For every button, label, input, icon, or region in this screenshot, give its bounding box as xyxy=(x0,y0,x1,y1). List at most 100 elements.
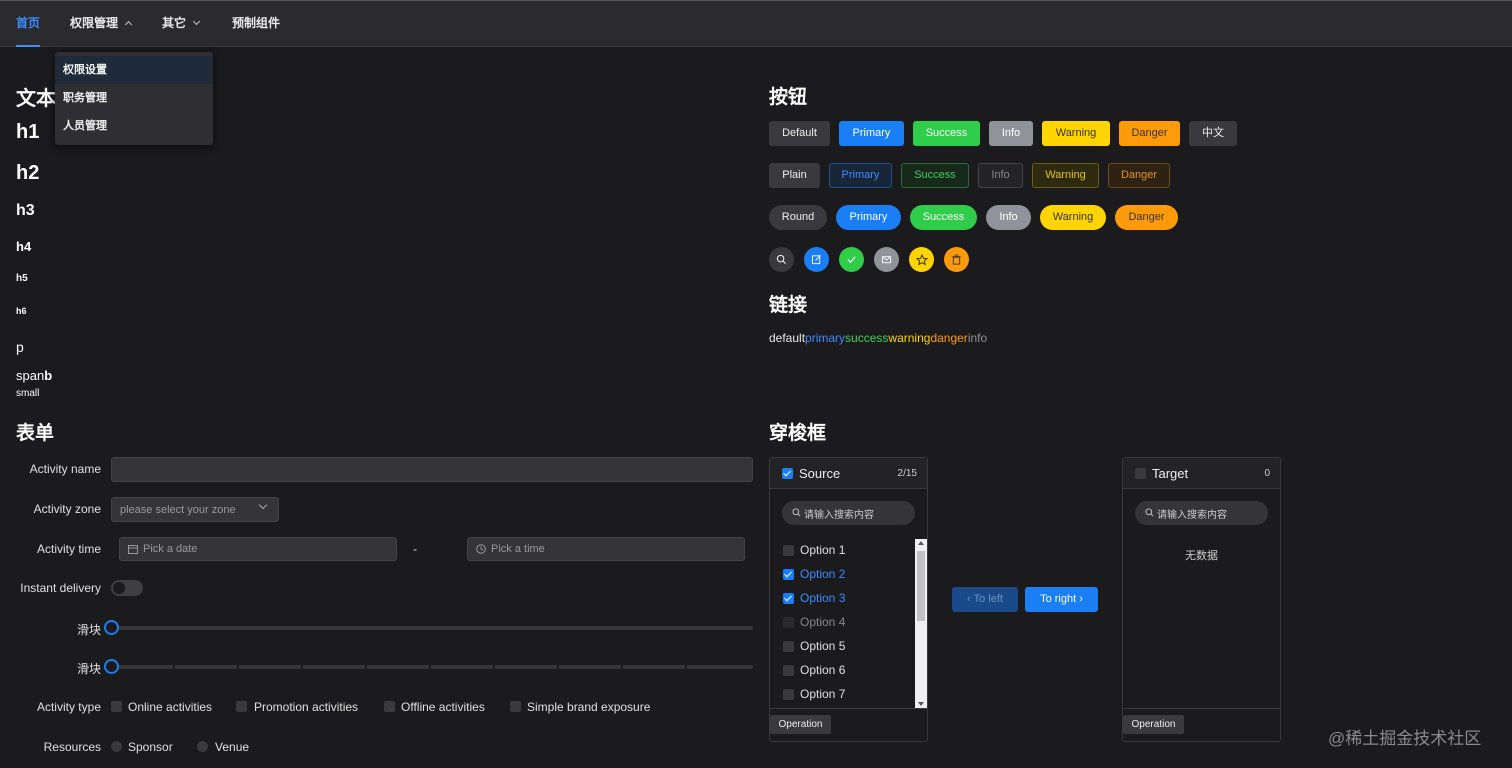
info-button[interactable]: Info xyxy=(989,121,1033,146)
slider-2-label: 滑块 xyxy=(76,662,101,676)
links-row: defaultprimarysuccesswarningdangerinfo xyxy=(769,331,987,345)
scroll-up-icon[interactable] xyxy=(918,541,924,545)
star-circle-button[interactable] xyxy=(909,247,934,272)
target-empty-text: 无数据 xyxy=(1185,550,1218,562)
target-operation-button[interactable]: Operation xyxy=(1123,715,1184,734)
scroll-down-icon[interactable] xyxy=(918,702,924,706)
source-operation-button[interactable]: Operation xyxy=(770,715,831,734)
heading-h2: h2 xyxy=(16,162,40,184)
delete-icon xyxy=(952,254,961,265)
nav-other[interactable]: 其它 xyxy=(162,1,201,47)
type-label-offline: Offline activities xyxy=(401,700,485,714)
round-primary-button[interactable]: Primary xyxy=(836,205,901,230)
activity-zone-select[interactable]: please select your zone xyxy=(111,497,279,522)
clock-icon xyxy=(476,544,486,554)
delete-circle-button[interactable] xyxy=(944,247,969,272)
danger-button[interactable]: Danger xyxy=(1119,121,1180,146)
activity-name-label: Activity name xyxy=(29,462,101,476)
link-primary[interactable]: primary xyxy=(805,331,845,345)
dropdown-item-position-management[interactable]: 职务管理 xyxy=(55,84,213,112)
watermark: @稀土掘金技术社区 xyxy=(1328,729,1482,748)
type-checkbox-promotion[interactable] xyxy=(236,701,247,712)
slider-1-handle[interactable] xyxy=(104,620,119,635)
permissions-dropdown: 权限设置 职务管理 人员管理 xyxy=(55,52,213,145)
slider-2-handle[interactable] xyxy=(104,659,119,674)
slider-stop xyxy=(173,665,175,669)
option-checkbox[interactable] xyxy=(783,593,794,604)
round-button[interactable]: Round xyxy=(769,205,827,230)
plain-danger-button[interactable]: Danger xyxy=(1108,163,1170,188)
source-search-input[interactable]: 请输入搜索内容 xyxy=(782,501,915,525)
nav-permissions[interactable]: 权限管理 xyxy=(70,1,133,47)
to-left-label: To left xyxy=(973,593,1003,605)
target-select-all-checkbox[interactable] xyxy=(1135,468,1146,479)
source-select-all-checkbox[interactable] xyxy=(782,468,793,479)
option-label: Option 1 xyxy=(800,543,846,557)
default-button[interactable]: Default xyxy=(769,121,830,146)
plain-primary-button[interactable]: Primary xyxy=(829,163,892,188)
slider-stop xyxy=(557,665,559,669)
chinese-button[interactable]: 中文 xyxy=(1189,121,1237,146)
resource-radio-sponsor[interactable] xyxy=(111,741,122,752)
type-checkbox-online[interactable] xyxy=(111,701,122,712)
time-picker-input[interactable]: Pick a time xyxy=(467,537,745,561)
success-button[interactable]: Success xyxy=(913,121,980,146)
dropdown-item-staff-management[interactable]: 人员管理 xyxy=(55,112,213,140)
primary-button[interactable]: Primary xyxy=(839,121,904,146)
plain-warning-button[interactable]: Warning xyxy=(1032,163,1099,188)
slider-stop xyxy=(237,665,239,669)
source-search-placeholder: 请输入搜索内容 xyxy=(804,509,874,521)
link-info[interactable]: info xyxy=(968,331,987,345)
option-label: Option 4 xyxy=(800,615,846,629)
option-checkbox[interactable] xyxy=(783,569,794,580)
instant-delivery-switch[interactable] xyxy=(111,580,143,596)
target-panel-title: Target xyxy=(1152,466,1189,481)
activity-name-input[interactable] xyxy=(111,457,753,482)
slider-stop xyxy=(429,665,431,669)
round-danger-button[interactable]: Danger xyxy=(1115,205,1178,230)
link-danger[interactable]: danger xyxy=(930,331,967,345)
round-info-button[interactable]: Info xyxy=(986,205,1031,230)
plain-success-button[interactable]: Success xyxy=(901,163,969,188)
option-checkbox[interactable] xyxy=(783,545,794,556)
option-checkbox[interactable] xyxy=(783,641,794,652)
nav-home-label: 首页 xyxy=(16,16,41,30)
dropdown-item-permission-settings[interactable]: 权限设置 xyxy=(55,56,213,84)
source-scroll-thumb[interactable] xyxy=(917,551,925,621)
check-circle-button[interactable] xyxy=(839,247,864,272)
search-circle-button[interactable] xyxy=(769,247,794,272)
type-checkbox-brand[interactable] xyxy=(510,701,521,712)
type-checkbox-offline[interactable] xyxy=(384,701,395,712)
target-search-input[interactable]: 请输入搜索内容 xyxy=(1135,501,1268,525)
source-panel-footer: Operation xyxy=(770,708,927,741)
search-icon xyxy=(792,508,801,517)
top-nav: 首页 权限管理 其它 预制组件 xyxy=(0,0,1512,47)
to-left-button[interactable]: ‹ To left xyxy=(952,587,1018,612)
message-circle-button[interactable] xyxy=(874,247,899,272)
option-checkbox[interactable] xyxy=(783,689,794,700)
plain-info-button[interactable]: Info xyxy=(978,163,1023,188)
source-panel-count: 2/15 xyxy=(897,468,917,479)
small-text: small xyxy=(16,388,40,399)
text-section-title: 文本 xyxy=(16,88,56,110)
link-success[interactable]: success xyxy=(845,331,888,345)
slider-2-track[interactable] xyxy=(111,665,753,669)
slider-1-track[interactable] xyxy=(111,626,753,630)
plain-button[interactable]: Plain xyxy=(769,163,820,188)
edit-circle-button[interactable] xyxy=(804,247,829,272)
link-warning[interactable]: warning xyxy=(888,331,930,345)
span-text: spanb xyxy=(16,368,52,383)
nav-components[interactable]: 预制组件 xyxy=(232,1,280,47)
heading-h3: h3 xyxy=(16,202,35,219)
round-warning-button[interactable]: Warning xyxy=(1040,205,1106,230)
to-right-button[interactable]: To right › xyxy=(1025,587,1098,612)
nav-home[interactable]: 首页 xyxy=(16,1,41,47)
resource-radio-venue[interactable] xyxy=(197,741,208,752)
date-picker-input[interactable]: Pick a date xyxy=(119,537,397,561)
source-scrollbar[interactable] xyxy=(915,539,927,708)
option-checkbox[interactable] xyxy=(783,665,794,676)
check-icon xyxy=(847,256,856,264)
warning-button[interactable]: Warning xyxy=(1042,121,1110,146)
round-success-button[interactable]: Success xyxy=(910,205,977,230)
link-default[interactable]: default xyxy=(769,331,805,345)
